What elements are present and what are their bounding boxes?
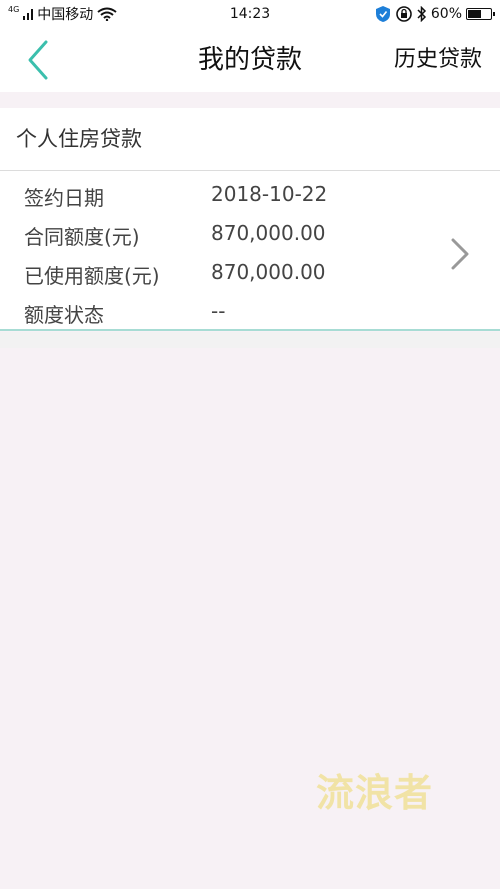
battery-level-fill	[468, 10, 482, 18]
battery-tip	[493, 12, 495, 16]
divider-band	[0, 332, 500, 348]
field-value: 870,000.00	[211, 260, 326, 284]
carrier-name: 中国移动	[37, 7, 94, 23]
field-label: 合同额度(元)	[24, 225, 140, 249]
chevron-right-icon	[451, 238, 469, 270]
field-label: 额度状态	[24, 303, 104, 327]
nav-bar: 我的贷款 历史贷款	[0, 28, 500, 92]
signal-icon	[23, 9, 34, 20]
field-label: 签约日期	[24, 186, 104, 210]
field-value: 2018-10-22	[211, 182, 328, 206]
battery-icon	[466, 8, 495, 20]
rotation-lock-icon	[396, 6, 412, 22]
security-shield-icon	[375, 6, 390, 22]
watermark-text: 流浪者	[316, 771, 434, 815]
status-bar: 4G 中国移动 14:23 60%	[0, 0, 500, 28]
field-row-contract-amount: 合同额度(元) 870,000.00	[0, 221, 420, 259]
field-label: 已使用额度(元)	[24, 264, 160, 288]
loan-detail-row[interactable]: 签约日期 2018-10-22 合同额度(元) 870,000.00 已使用额度…	[0, 171, 500, 329]
battery-percent: 60%	[430, 6, 462, 22]
status-left: 4G 中国移动	[8, 4, 117, 24]
bluetooth-icon	[417, 6, 426, 22]
field-row-sign-date: 签约日期 2018-10-22	[0, 182, 420, 220]
field-row-used-amount: 已使用额度(元) 870,000.00	[0, 260, 420, 298]
loan-type-title: 个人住房贷款	[0, 108, 500, 171]
field-value: 870,000.00	[211, 221, 326, 245]
wifi-icon	[97, 7, 117, 21]
network-type: 4G	[8, 5, 20, 14]
history-loans-button[interactable]: 历史贷款	[394, 28, 482, 92]
loan-card: 个人住房贷款 签约日期 2018-10-22 合同额度(元) 870,000.0…	[0, 108, 500, 331]
field-value: --	[211, 299, 226, 323]
status-right: 60%	[375, 5, 495, 23]
